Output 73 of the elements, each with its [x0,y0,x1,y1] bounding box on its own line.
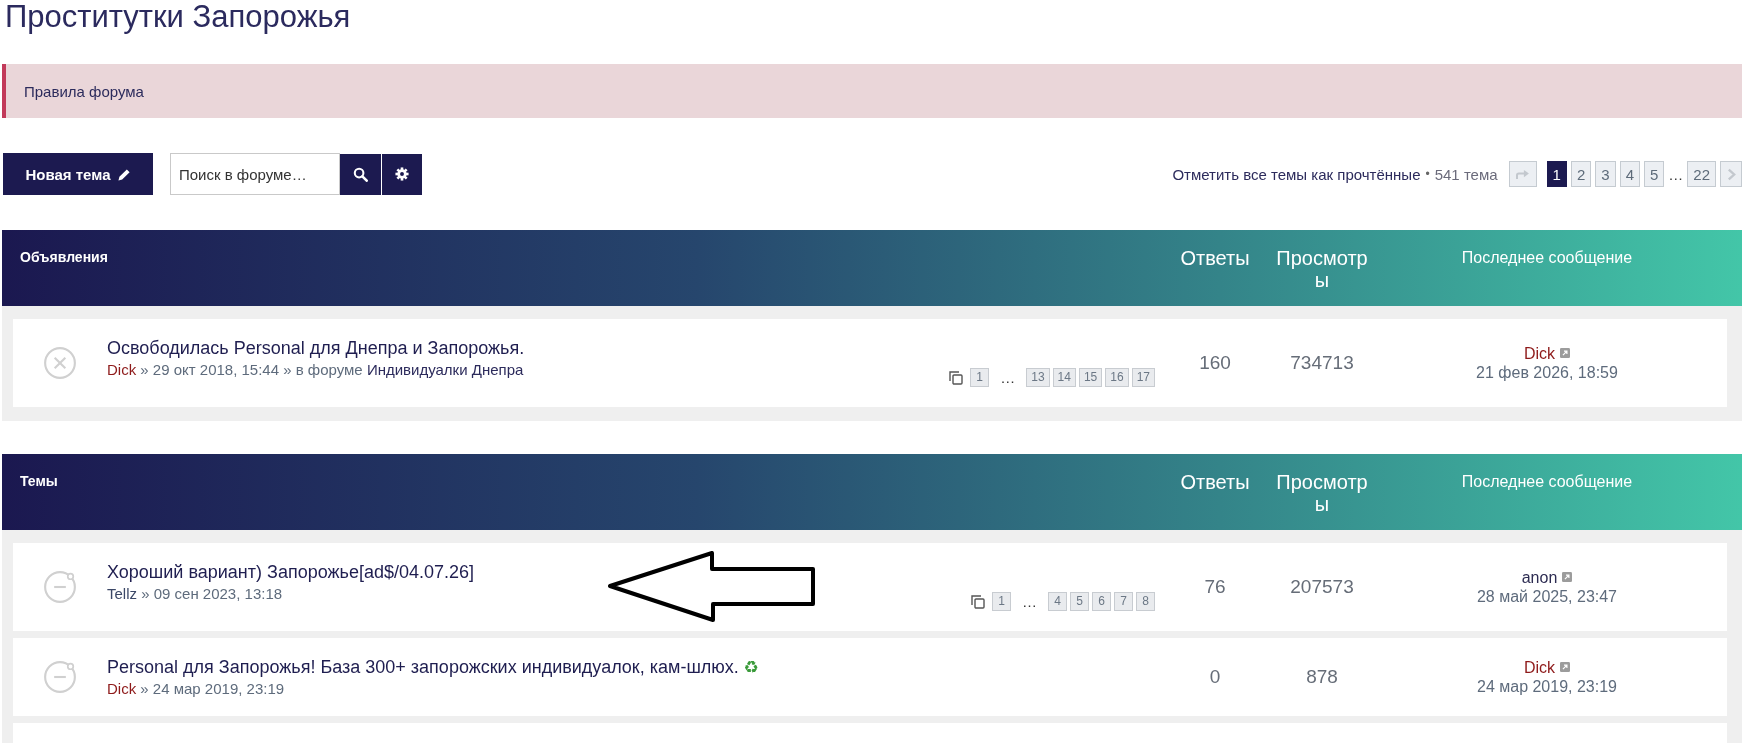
go-to-post-icon[interactable] [1560,348,1571,358]
page-link[interactable]: 5 [1070,592,1089,611]
page-ellipsis: … [1022,593,1037,610]
view-count: 207573 [1290,575,1354,597]
column-header: Последнее сообщение [1461,472,1633,492]
page-link[interactable]: 17 [1131,368,1155,387]
topic-title-link[interactable]: Хороший вариант) Запорожье[ad$/04.07.26] [107,562,474,582]
section-title: Объявления [20,249,108,265]
page-button[interactable]: 5 [1643,161,1665,187]
page-link[interactable]: 1 [992,592,1011,611]
author-link[interactable]: Dick [107,361,137,378]
last-post-author-link[interactable]: anon [1521,567,1558,587]
search-button[interactable] [340,153,381,195]
page-link[interactable]: 4 [1048,592,1067,611]
next-page-button[interactable] [1720,161,1742,187]
chevron-right-icon [1726,167,1736,181]
topic-byline: Dick » 24 мар 2019, 23:19 [107,680,285,698]
page-link[interactable]: 6 [1092,592,1111,611]
pencil-icon [117,167,131,181]
column-header: Просмотры [1275,471,1369,515]
last-post-time: 21 фев 2026, 18:59 [1476,362,1618,382]
page-ellipsis: … [1668,165,1684,183]
author-link[interactable]: Dick [107,680,137,697]
page-button[interactable]: 4 [1619,161,1640,187]
page-link[interactable]: 7 [1114,592,1133,611]
page-button[interactable]: 1 [1546,161,1567,187]
view-count: 734713 [1290,351,1354,373]
rules-notice[interactable]: Правила форума [2,64,1742,118]
topic-byline: Tellz » 09 сен 2023, 13:18 [107,585,283,603]
topic-count: 541 тема [1434,165,1498,183]
advanced-search-button[interactable] [382,153,422,195]
search-field[interactable]: Поиск в форуме… [170,153,340,195]
page-ellipsis: … [1000,369,1016,386]
topic-byline: Dick » 29 окт 2018, 15:44 » в форуме Индивидуалки Днепра [107,361,524,379]
pages-icon [949,370,964,385]
last-post-time: 24 мар 2019, 23:19 [1477,676,1617,696]
separator-bullet: • [1425,167,1430,181]
topic-title-link[interactable]: Personal для Запорожья! База 300+ запорожских индивидуалок, кам-шлюх. [107,657,739,677]
page-button[interactable]: 3 [1595,161,1616,187]
last-post-author-link[interactable]: Dick [1523,657,1556,677]
column-header: Просмотры [1275,247,1369,291]
page-link[interactable]: 13 [1026,368,1050,387]
search-icon [353,166,368,182]
column-header: Последнее сообщение [1461,248,1633,268]
page-link[interactable]: 15 [1078,368,1103,387]
section-title: Темы [20,473,58,489]
new-topic-button[interactable]: Новая тема [3,153,153,195]
recycle-icon: ♻ [743,657,759,677]
page-link[interactable]: 8 [1136,592,1155,611]
topic-title-link[interactable]: Освободилась Personal для Днепра и Запорожья. [107,338,525,358]
view-count: 878 [1306,665,1338,687]
page-link[interactable]: 1 [970,368,990,387]
page-button[interactable]: 2 [1570,161,1592,187]
page-link[interactable]: 14 [1052,368,1076,387]
mark-read-link[interactable]: Отметить все темы как прочтённые [1172,165,1421,183]
column-header: Ответы [1180,471,1250,493]
column-header: Ответы [1180,247,1250,269]
reply-count: 0 [1209,665,1221,687]
page-button[interactable]: 22 [1687,161,1716,187]
forum-title: Проститутки Запорожья [4,0,352,34]
reply-count: 160 [1199,351,1231,373]
forum-link[interactable]: Индивидуалки Днепра [366,361,524,378]
author-link[interactable]: Tellz [107,585,137,602]
go-to-post-icon[interactable] [1562,572,1573,582]
last-post-author-link[interactable]: Dick [1523,343,1556,363]
last-post-time: 28 май 2025, 23:47 [1476,586,1617,606]
jump-to-page-button[interactable] [1508,161,1537,187]
gear-icon [395,167,409,181]
page-link[interactable]: 16 [1105,368,1129,387]
go-to-post-icon[interactable] [1560,662,1571,672]
turn-arrow-icon [1515,168,1531,180]
reply-count: 76 [1204,575,1226,597]
pages-icon [971,594,985,609]
